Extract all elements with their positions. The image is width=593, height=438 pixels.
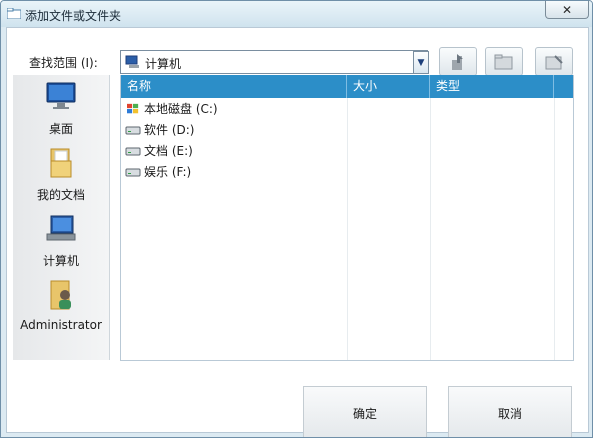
- column-header-size[interactable]: 大小: [347, 75, 430, 98]
- place-label: 计算机: [42, 254, 79, 268]
- folder-icon: [7, 8, 21, 19]
- look-in-combo[interactable]: 计算机: [120, 50, 428, 74]
- item-name: 软件 (D:): [144, 123, 195, 137]
- column-header-name[interactable]: 名称: [121, 75, 347, 98]
- item-name: 本地磁盘 (C:): [144, 102, 218, 116]
- list-item[interactable]: 娱乐 (F:): [125, 162, 191, 182]
- place-label: Administrator: [20, 318, 102, 332]
- drive-icon: [125, 168, 141, 177]
- drive-icon: [125, 147, 141, 156]
- view-menu-icon: [545, 54, 563, 69]
- computer-icon: [46, 215, 76, 241]
- item-name: 娱乐 (F:): [144, 165, 192, 179]
- file-list[interactable]: 名称 大小 类型 本地磁盘 (C:) 软件 (D:) 文档 (E:) 娱乐 (F…: [120, 75, 574, 361]
- place-computer[interactable]: 计算机: [13, 213, 109, 269]
- dialog-body: 查找范围 (I): 计算机 ▼ 桌面 我的文档 计算机 Administrato…: [6, 27, 589, 437]
- column-divider: [347, 98, 348, 360]
- list-item[interactable]: 本地磁盘 (C:): [125, 99, 218, 119]
- places-bar: 桌面 我的文档 计算机 Administrator: [13, 75, 110, 360]
- ok-button[interactable]: 确定: [303, 386, 427, 437]
- place-administrator[interactable]: Administrator: [13, 279, 109, 332]
- desktop-icon: [46, 82, 76, 109]
- place-desktop[interactable]: 桌面: [13, 81, 109, 137]
- close-button[interactable]: ✕: [545, 1, 589, 19]
- column-header-type[interactable]: 类型: [430, 75, 554, 98]
- up-folder-icon: [452, 53, 463, 70]
- list-item[interactable]: 文档 (E:): [125, 141, 193, 161]
- system-drive-icon: [127, 103, 139, 114]
- look-in-value: 计算机: [145, 57, 182, 71]
- add-file-dialog: 添加文件或文件夹 ✕ 查找范围 (I): 计算机 ▼ 桌面 我的文档 计算机 A…: [0, 0, 593, 438]
- chevron-down-icon: ▼: [417, 57, 425, 68]
- new-folder-icon: [494, 54, 513, 69]
- computer-icon: [125, 55, 139, 68]
- drive-icon: [125, 126, 141, 135]
- user-folder-icon: [50, 280, 71, 310]
- look-in-label: 查找范围 (I):: [29, 56, 98, 70]
- title-bar[interactable]: 添加文件或文件夹 ✕: [1, 1, 592, 27]
- new-folder-button[interactable]: [485, 47, 523, 76]
- documents-folder-icon: [50, 148, 72, 178]
- column-divider: [554, 98, 555, 360]
- look-in-dropdown-button[interactable]: ▼: [413, 51, 429, 74]
- list-item[interactable]: 软件 (D:): [125, 120, 194, 140]
- list-header: 名称 大小 类型: [121, 75, 573, 98]
- window-title: 添加文件或文件夹: [25, 9, 122, 23]
- place-label: 我的文档: [36, 188, 85, 202]
- cancel-button[interactable]: 取消: [448, 386, 572, 437]
- column-divider: [430, 98, 431, 360]
- place-label: 桌面: [48, 122, 73, 136]
- item-name: 文档 (E:): [144, 144, 193, 158]
- up-folder-button[interactable]: [439, 47, 477, 76]
- place-documents[interactable]: 我的文档: [13, 147, 109, 203]
- close-icon: ✕: [561, 2, 573, 17]
- view-menu-button[interactable]: [535, 47, 573, 76]
